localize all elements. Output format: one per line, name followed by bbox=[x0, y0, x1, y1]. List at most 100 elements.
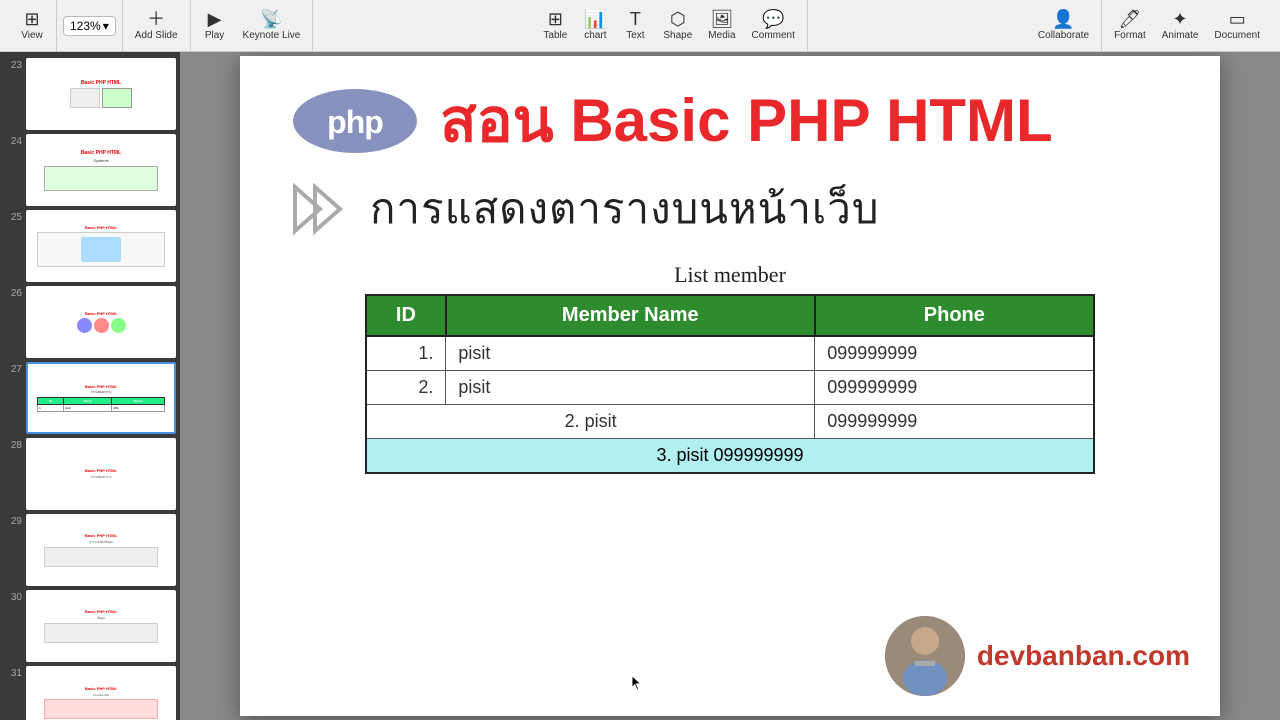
table-label: Table bbox=[543, 30, 567, 41]
chart-icon: 📊 bbox=[584, 10, 606, 28]
document-button[interactable]: ▭ Document bbox=[1208, 8, 1266, 43]
zoom-display[interactable]: 123% ▾ bbox=[63, 16, 116, 36]
col-header-id: ID bbox=[366, 295, 446, 336]
slide-thumb-24[interactable]: 24 Basic PHP HTML Systems bbox=[4, 134, 176, 206]
slide-num-24: 24 bbox=[4, 134, 22, 147]
slide-subtitle-row: การแสดงตารางบนหน้าเว็บ bbox=[290, 176, 1170, 242]
keynote-live-label: Keynote Live bbox=[243, 30, 301, 41]
comment-button[interactable]: 💬 Comment bbox=[746, 8, 801, 43]
slide-preview-28[interactable]: Basic PHP HTML การแสดงตาราง bbox=[26, 438, 176, 510]
comment-icon: 💬 bbox=[762, 10, 784, 28]
row2-name: pisit bbox=[446, 371, 815, 405]
play-button[interactable]: ▶ Play bbox=[197, 8, 233, 43]
slide-subtitle: การแสดงตารางบนหน้าเว็บ bbox=[370, 176, 880, 242]
col-header-phone: Phone bbox=[815, 295, 1094, 336]
shape-label: Shape bbox=[663, 30, 692, 41]
row2-id: 2. bbox=[366, 371, 446, 405]
slide-panel: 23 Basic PHP HTML 24 Basic PHP HTML Syst… bbox=[0, 52, 180, 720]
table-row-4-highlight: 3. pisit 099999999 bbox=[366, 439, 1094, 474]
row4-full: 3. pisit 099999999 bbox=[366, 439, 1094, 474]
slide-num-28: 28 bbox=[4, 438, 22, 451]
zoom-value: 123% bbox=[70, 19, 101, 33]
canvas-area: php สอน Basic PHP HTML การแสดงตารางบนหน้… bbox=[180, 52, 1280, 720]
add-slide-group: ＋ Add Slide bbox=[123, 0, 191, 51]
main-area: 23 Basic PHP HTML 24 Basic PHP HTML Syst… bbox=[0, 52, 1280, 720]
format-button[interactable]: 🖊 Format bbox=[1108, 8, 1152, 43]
row3-phone: 099999999 bbox=[815, 405, 1094, 439]
table-section: List member ID Member Name Phone 1. pisi… bbox=[290, 262, 1170, 474]
text-button[interactable]: T Text bbox=[617, 8, 653, 43]
add-slide-icon: ＋ bbox=[147, 10, 165, 28]
keynote-live-button[interactable]: 📡 Keynote Live bbox=[237, 8, 307, 43]
chart-button[interactable]: 📊 chart bbox=[577, 8, 613, 43]
play-label: Play bbox=[205, 30, 224, 41]
row1-phone: 099999999 bbox=[815, 336, 1094, 371]
table-button[interactable]: ⊞ Table bbox=[537, 8, 573, 43]
slide-thumb-23[interactable]: 23 Basic PHP HTML bbox=[4, 58, 176, 130]
slide-preview-24[interactable]: Basic PHP HTML Systems bbox=[26, 134, 176, 206]
add-slide-label: Add Slide bbox=[135, 30, 178, 41]
collaborate-label: Collaborate bbox=[1038, 30, 1089, 41]
slide-num-27: 27 bbox=[4, 362, 22, 375]
avatar-svg bbox=[885, 616, 965, 696]
animate-button[interactable]: ✦ Animate bbox=[1156, 8, 1205, 43]
text-icon: T bbox=[630, 10, 641, 28]
view-icon: ⊞ bbox=[24, 10, 39, 28]
slide-preview-23[interactable]: Basic PHP HTML bbox=[26, 58, 176, 130]
php-logo-svg: php bbox=[290, 86, 420, 156]
insert-group: ⊞ Table 📊 chart T Text ⬡ Shape 🖼 Media 💬… bbox=[531, 0, 808, 51]
add-slide-button[interactable]: ＋ Add Slide bbox=[129, 8, 184, 43]
slide-preview-29[interactable]: Basic PHP HTML ตารางแสดงข้อมูล bbox=[26, 514, 176, 586]
slide-num-26: 26 bbox=[4, 286, 22, 299]
devbanban-label: devbanban.com bbox=[977, 640, 1190, 672]
view-label: View bbox=[21, 30, 43, 41]
toolbar: ⊞ View 123% ▾ ＋ Add Slide ▶ Play 📡 Keyno… bbox=[0, 0, 1280, 52]
keynote-live-icon: 📡 bbox=[260, 10, 282, 28]
play-arrow-icon bbox=[290, 179, 350, 239]
row3-merged: 2. pisit bbox=[366, 405, 815, 439]
slide-num-23: 23 bbox=[4, 58, 22, 71]
slide-header: php สอน Basic PHP HTML bbox=[290, 86, 1170, 156]
slide-preview-25[interactable]: Basic PHP HTML bbox=[26, 210, 176, 282]
view-group: ⊞ View bbox=[8, 0, 57, 51]
table-header-row: ID Member Name Phone bbox=[366, 295, 1094, 336]
avatar bbox=[885, 616, 965, 696]
table-icon: ⊞ bbox=[548, 10, 563, 28]
media-label: Media bbox=[708, 30, 735, 41]
play-icon: ▶ bbox=[208, 10, 222, 28]
chart-label: chart bbox=[584, 30, 606, 41]
slide-preview-30[interactable]: Basic PHP HTML ข้อมูล bbox=[26, 590, 176, 662]
play-group: ▶ Play 📡 Keynote Live bbox=[191, 0, 314, 51]
row1-id: 1. bbox=[366, 336, 446, 371]
document-label: Document bbox=[1214, 30, 1260, 41]
col-header-name: Member Name bbox=[446, 295, 815, 336]
format-icon: 🖊 bbox=[1118, 10, 1141, 28]
list-member-title: List member bbox=[290, 262, 1170, 288]
view-options-group: 🖊 Format ✦ Animate ▭ Document bbox=[1102, 0, 1272, 51]
collaborate-icon: 👤 bbox=[1052, 10, 1074, 28]
slide-thumb-28[interactable]: 28 Basic PHP HTML การแสดงตาราง bbox=[4, 438, 176, 510]
slide-num-29: 29 bbox=[4, 514, 22, 527]
slide-thumb-27[interactable]: 27 Basic PHP HTML การแสดงตาราง IDNamePho… bbox=[4, 362, 176, 434]
slide-preview-31[interactable]: Basic PHP HTML Youtube API bbox=[26, 666, 176, 720]
shape-button[interactable]: ⬡ Shape bbox=[657, 8, 698, 43]
table-row-1: 1. pisit 099999999 bbox=[366, 336, 1094, 371]
slide-thumb-30[interactable]: 30 Basic PHP HTML ข้อมูล bbox=[4, 590, 176, 662]
view-button[interactable]: ⊞ View bbox=[14, 8, 50, 43]
data-table: ID Member Name Phone 1. pisit 099999999 … bbox=[365, 294, 1095, 474]
slide-thumb-26[interactable]: 26 Basic PHP HTML bbox=[4, 286, 176, 358]
row1-name: pisit bbox=[446, 336, 815, 371]
slide-thumb-29[interactable]: 29 Basic PHP HTML ตารางแสดงข้อมูล bbox=[4, 514, 176, 586]
media-button[interactable]: 🖼 Media bbox=[702, 8, 741, 43]
collaborate-group: 👤 Collaborate bbox=[1026, 0, 1102, 51]
svg-text:php: php bbox=[327, 104, 383, 140]
slide-preview-27[interactable]: Basic PHP HTML การแสดงตาราง IDNamePhone … bbox=[26, 362, 176, 434]
slide-footer: devbanban.com bbox=[885, 616, 1190, 696]
slide-preview-26[interactable]: Basic PHP HTML bbox=[26, 286, 176, 358]
media-icon: 🖼 bbox=[710, 10, 733, 28]
slide-thumb-31[interactable]: 31 Basic PHP HTML Youtube API bbox=[4, 666, 176, 720]
format-label: Format bbox=[1114, 30, 1146, 41]
collaborate-button[interactable]: 👤 Collaborate bbox=[1032, 8, 1095, 43]
slide-title: สอน Basic PHP HTML bbox=[440, 88, 1053, 154]
slide-thumb-25[interactable]: 25 Basic PHP HTML bbox=[4, 210, 176, 282]
